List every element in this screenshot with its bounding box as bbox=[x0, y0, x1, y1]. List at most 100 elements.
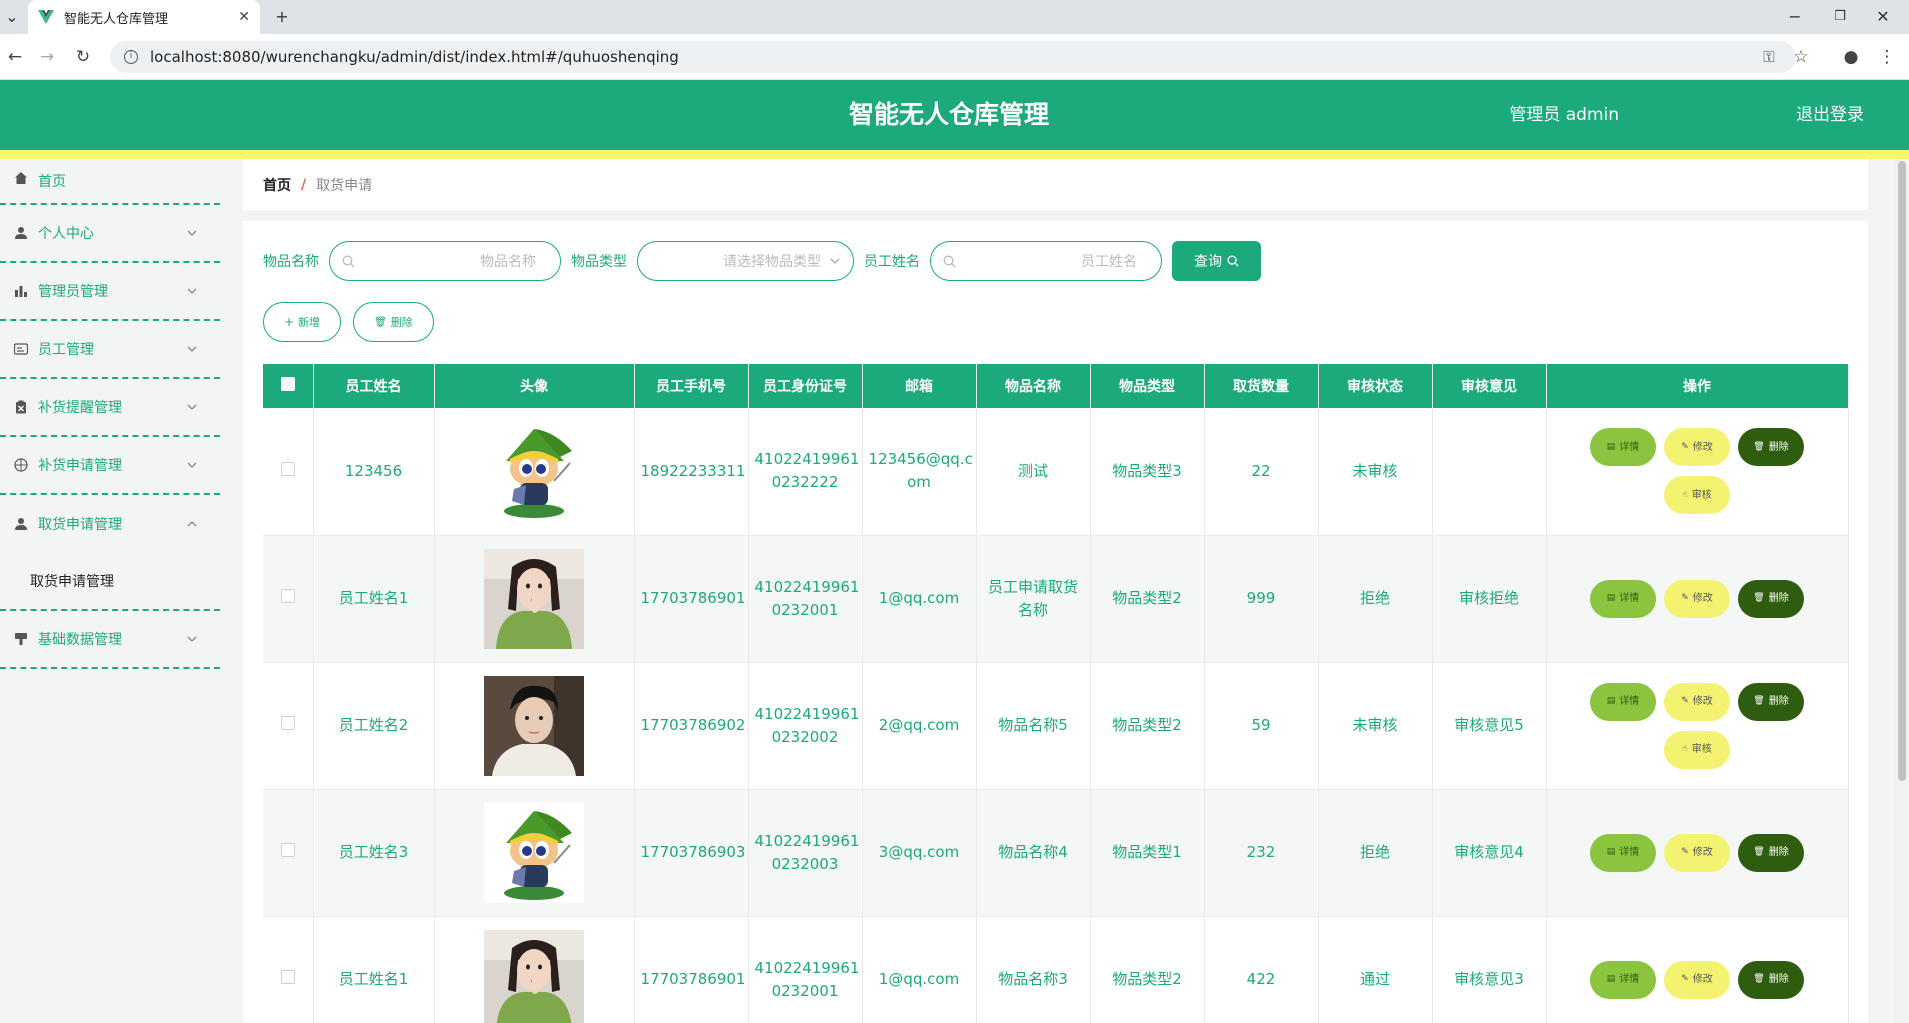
audit-status-cell: 拒绝 bbox=[1318, 535, 1433, 663]
row-checkbox[interactable] bbox=[280, 843, 295, 857]
item-name-cell: 测试 bbox=[976, 408, 1091, 536]
delete-label: 删除 bbox=[1768, 441, 1789, 453]
audit-button[interactable]: ☝ 审核 bbox=[1664, 476, 1730, 515]
edit-button[interactable]: ✎ 修改 bbox=[1664, 579, 1730, 618]
browser-menu-icon[interactable]: ⋮ bbox=[1872, 34, 1902, 80]
row-operations: ▤ 详情 ✎ 修改 🗑 删除 ☝ 审核 bbox=[1582, 423, 1812, 519]
item-type-cell: 物品类型2 bbox=[1090, 662, 1205, 790]
header-accent-strip bbox=[0, 150, 1909, 159]
sidebar-item-home[interactable]: 首页 bbox=[0, 159, 220, 205]
audit-label: 审核 bbox=[1691, 744, 1712, 755]
chevron-down-icon bbox=[187, 230, 197, 236]
batch-delete-button[interactable]: 🗑 删除 bbox=[353, 302, 434, 342]
add-button[interactable]: + 新增 bbox=[263, 302, 342, 342]
hand-icon: ☝ bbox=[1682, 744, 1688, 754]
item-type-label: 物品类型 bbox=[571, 254, 627, 270]
trash-icon: 🗑 bbox=[1753, 593, 1765, 603]
sidebar-item-admin-management[interactable]: 管理员管理 bbox=[0, 263, 220, 321]
chevron-up-icon bbox=[187, 521, 197, 527]
sidebar-item-basic-data[interactable]: 基础数据管理 bbox=[0, 611, 220, 669]
delete-button[interactable]: 🗑 删除 bbox=[1738, 579, 1804, 618]
pencil-icon: ✎ bbox=[1681, 974, 1689, 984]
row-checkbox[interactable] bbox=[280, 970, 295, 984]
edit-label: 修改 bbox=[1692, 593, 1713, 604]
tab-list-icon[interactable]: ⌄ bbox=[0, 0, 24, 34]
column-header: 员工手机号 bbox=[634, 364, 749, 408]
page-scrollbar[interactable] bbox=[1894, 159, 1909, 1023]
query-button[interactable]: 查询 bbox=[1172, 241, 1261, 281]
row-checkbox[interactable] bbox=[280, 716, 295, 730]
delete-button[interactable]: 🗑 删除 bbox=[1738, 833, 1804, 872]
audit-status-cell: 拒绝 bbox=[1318, 789, 1433, 917]
sidebar-item-pickup-application[interactable]: 取货申请管理 bbox=[0, 495, 220, 553]
edit-button[interactable]: ✎ 修改 bbox=[1664, 682, 1730, 721]
new-tab-icon[interactable]: + bbox=[268, 0, 296, 34]
audit-button[interactable]: ☝ 审核 bbox=[1664, 730, 1730, 769]
edit-button[interactable]: ✎ 修改 bbox=[1664, 428, 1730, 467]
item-name-placeholder: 物品名称 bbox=[480, 254, 536, 270]
key-icon[interactable]: ⚿ bbox=[1754, 34, 1784, 80]
breadcrumb-home[interactable]: 首页 bbox=[263, 175, 291, 195]
person-icon bbox=[15, 227, 27, 239]
item-type-cell: 物品类型3 bbox=[1090, 408, 1205, 536]
item-name-cell: 物品名称3 bbox=[976, 916, 1091, 1023]
detail-button[interactable]: ▤ 详情 bbox=[1590, 428, 1656, 467]
window-close-icon[interactable]: ✕ bbox=[1868, 0, 1898, 34]
audit-opinion-cell: 审核意见5 bbox=[1432, 662, 1547, 790]
profile-icon[interactable]: ● bbox=[1836, 34, 1866, 80]
back-icon[interactable]: ← bbox=[0, 34, 30, 80]
search-icon bbox=[1227, 255, 1239, 267]
stamp-icon bbox=[15, 633, 27, 645]
close-tab-icon[interactable]: ✕ bbox=[238, 9, 250, 25]
sidebar-item-employee-management[interactable]: 员工管理 bbox=[0, 321, 220, 379]
edit-button[interactable]: ✎ 修改 bbox=[1664, 833, 1730, 872]
sidebar-item-restock-application[interactable]: 补货申请管理 bbox=[0, 437, 220, 495]
detail-button[interactable]: ▤ 详情 bbox=[1590, 833, 1656, 872]
browser-tab[interactable]: 智能无人仓库管理 ✕ bbox=[28, 0, 260, 34]
row-checkbox[interactable] bbox=[280, 461, 295, 476]
column-header: 物品类型 bbox=[1090, 364, 1205, 408]
bookmark-star-icon[interactable]: ☆ bbox=[1786, 34, 1816, 80]
pencil-icon: ✎ bbox=[1681, 847, 1689, 857]
reload-icon[interactable]: ↻ bbox=[68, 34, 98, 80]
item-name-part: 名称 bbox=[1017, 600, 1048, 619]
sidebar-item-personal-center[interactable]: 个人中心 bbox=[0, 205, 220, 263]
url-field[interactable]: i localhost:8080/wurenchangku/admin/dist… bbox=[110, 41, 1796, 73]
logout-link[interactable]: 退出登录 bbox=[1796, 80, 1864, 150]
row-checkbox[interactable] bbox=[280, 589, 295, 603]
edit-label: 修改 bbox=[1692, 847, 1713, 858]
audit-status-cell: 未审核 bbox=[1318, 408, 1433, 536]
detail-button[interactable]: ▤ 详情 bbox=[1590, 579, 1656, 618]
email-part: 1@qq.com bbox=[878, 970, 960, 988]
item-name-input[interactable]: 物品名称 bbox=[329, 241, 561, 281]
submenu-pickup-application-management[interactable]: 取货申请管理 bbox=[0, 553, 220, 611]
scrollbar-thumb[interactable] bbox=[1898, 161, 1906, 781]
audit-opinion-cell: 审核意见4 bbox=[1432, 789, 1547, 917]
column-header: 取货数量 bbox=[1204, 364, 1319, 408]
pencil-icon: ✎ bbox=[1681, 441, 1689, 452]
item-type-select[interactable]: 请选择物品类型 bbox=[637, 241, 854, 281]
delete-button[interactable]: 🗑 删除 bbox=[1738, 960, 1804, 999]
id-card-cell: 41022419961 0232222 bbox=[748, 408, 863, 536]
forward-icon[interactable]: → bbox=[32, 34, 62, 80]
employee-name-input[interactable]: 员工姓名 bbox=[930, 241, 1162, 281]
edit-label: 修改 bbox=[1692, 441, 1713, 453]
delete-button[interactable]: 🗑 删除 bbox=[1738, 682, 1804, 721]
restore-icon[interactable]: ❐ bbox=[1825, 0, 1855, 34]
select-all-checkbox[interactable] bbox=[280, 377, 295, 391]
row-select-cell bbox=[263, 535, 314, 663]
employee-name-cell: 员工姓名1 bbox=[313, 535, 435, 663]
delete-button[interactable]: 🗑 删除 bbox=[1738, 428, 1804, 467]
edit-label: 修改 bbox=[1692, 696, 1713, 707]
home-icon bbox=[15, 172, 27, 184]
detail-button[interactable]: ▤ 详情 bbox=[1590, 960, 1656, 999]
row-select-cell bbox=[263, 789, 314, 917]
site-info-icon[interactable]: i bbox=[124, 50, 138, 64]
detail-button[interactable]: ▤ 详情 bbox=[1590, 682, 1656, 721]
breadcrumb-separator: / bbox=[301, 176, 307, 193]
table-row: 员工姓名2 17703786902 41022419961 0232002 2@qq.c… bbox=[263, 662, 1849, 790]
address-bar-row: ← → ↻ i localhost:8080/wurenchangku/admi… bbox=[0, 34, 1909, 80]
edit-button[interactable]: ✎ 修改 bbox=[1664, 960, 1730, 999]
minimize-icon[interactable]: − bbox=[1780, 0, 1810, 34]
sidebar-item-restock-reminder[interactable]: 补货提醒管理 bbox=[0, 379, 220, 437]
